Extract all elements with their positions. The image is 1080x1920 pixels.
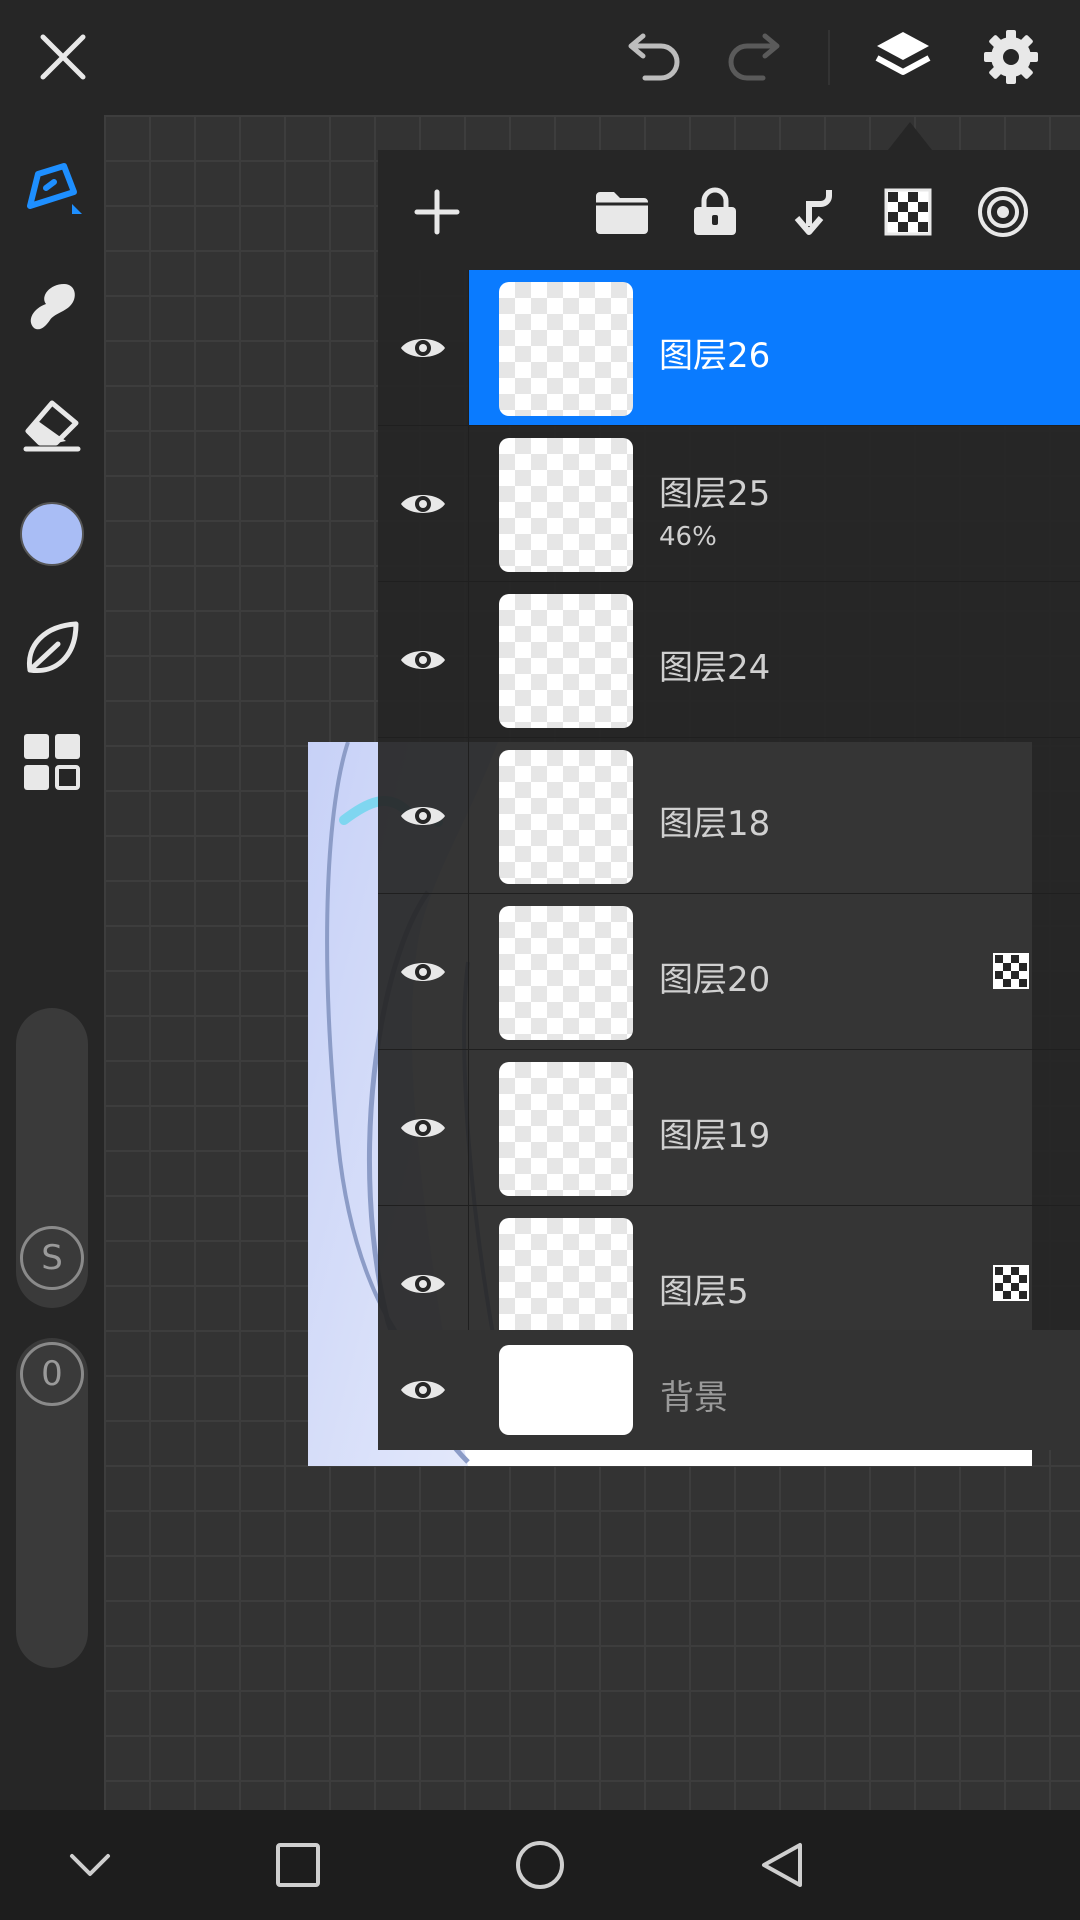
visibility-eye-icon[interactable] <box>378 270 469 425</box>
visibility-eye-icon[interactable] <box>378 894 469 1049</box>
size-slider-knob[interactable]: S <box>20 1226 84 1290</box>
merge-down-icon[interactable] <box>780 180 844 244</box>
layer-select-area[interactable]: 图层18 <box>469 738 1080 893</box>
redo-icon[interactable] <box>718 22 788 92</box>
layer-thumbnail <box>499 594 633 728</box>
clipping-mask-icon[interactable] <box>992 1264 1030 1302</box>
brush-size-slider[interactable]: S <box>16 1008 88 1308</box>
system-navigation-bar <box>0 1810 1080 1920</box>
lock-icon[interactable] <box>683 180 747 244</box>
checker-icon[interactable] <box>876 180 940 244</box>
top-bar <box>0 0 1080 115</box>
visibility-eye-icon[interactable] <box>378 1050 469 1205</box>
layer-thumbnail <box>499 750 633 884</box>
eraser-icon[interactable] <box>14 385 90 461</box>
layer-thumbnail <box>499 1062 633 1196</box>
panel-pointer <box>888 122 932 150</box>
visibility-eye-icon[interactable] <box>378 582 469 737</box>
layer-thumbnail <box>499 282 633 416</box>
layers-icon[interactable] <box>868 22 938 92</box>
back-triangle-icon[interactable] <box>752 1835 812 1895</box>
layers-panel-toolbar <box>378 150 1080 270</box>
recents-square-icon[interactable] <box>268 1835 328 1895</box>
layer-row[interactable]: 图层19 <box>378 1050 1080 1206</box>
clipping-mask-icon[interactable] <box>992 952 1030 990</box>
undo-icon[interactable] <box>620 22 690 92</box>
layer-row[interactable]: 图层26 <box>378 270 1080 426</box>
toolbar-divider <box>828 30 830 85</box>
layer-row[interactable]: 图层20 <box>378 894 1080 1050</box>
home-circle-icon[interactable] <box>510 1835 570 1895</box>
smudge-icon[interactable] <box>14 268 90 344</box>
visibility-eye-icon[interactable] <box>378 738 469 893</box>
layer-select-area[interactable]: 图层24 <box>469 582 1080 737</box>
layer-name: 图层19 <box>659 1116 771 1156</box>
chevron-down-icon[interactable] <box>60 1835 120 1895</box>
brush-opacity-slider[interactable]: 0 <box>16 1338 88 1668</box>
pen-icon[interactable] <box>14 150 90 226</box>
add-layer-icon[interactable] <box>405 180 469 244</box>
layers-panel: 图层26 图层25 46% 图层24 图层18 图层20 图层19 图层5 <box>378 150 1080 1450</box>
layer-thumbnail <box>499 1345 633 1435</box>
radial-icon[interactable] <box>971 180 1035 244</box>
layer-opacity: 46% <box>659 522 717 552</box>
layer-row[interactable]: 图层24 <box>378 582 1080 738</box>
layer-select-area[interactable]: 图层25 46% <box>469 426 1080 581</box>
blend-leaf-icon[interactable] <box>14 610 90 686</box>
layer-name: 背景 <box>660 1378 728 1418</box>
folder-icon[interactable] <box>590 180 654 244</box>
layer-name: 图层20 <box>659 960 771 1000</box>
visibility-eye-icon[interactable] <box>378 1330 468 1450</box>
layer-name: 图层18 <box>659 804 771 844</box>
layer-thumbnail <box>499 906 633 1040</box>
layer-select-area[interactable]: 图层26 <box>469 270 1080 425</box>
visibility-eye-icon[interactable] <box>378 426 469 581</box>
layer-list[interactable]: 图层26 图层25 46% 图层24 图层18 图层20 图层19 图层5 <box>378 270 1080 1362</box>
layer-thumbnail <box>499 438 633 572</box>
layer-name: 图层25 <box>659 474 771 514</box>
layer-select-area[interactable]: 图层19 <box>469 1050 1080 1205</box>
background-layer-row[interactable]: 背景 <box>378 1330 1080 1450</box>
layer-row[interactable]: 图层18 <box>378 738 1080 894</box>
layer-name: 图层26 <box>659 336 771 376</box>
close-icon[interactable] <box>28 22 98 92</box>
layer-select-area[interactable]: 图层20 <box>469 894 1080 1049</box>
settings-icon[interactable] <box>976 22 1046 92</box>
layer-name: 图层5 <box>659 1272 749 1312</box>
color-swatch[interactable] <box>14 496 90 572</box>
materials-grid-icon[interactable] <box>14 724 90 800</box>
opacity-slider-knob[interactable]: 0 <box>20 1342 84 1406</box>
layer-row[interactable]: 图层25 46% <box>378 426 1080 582</box>
layer-name: 图层24 <box>659 648 771 688</box>
